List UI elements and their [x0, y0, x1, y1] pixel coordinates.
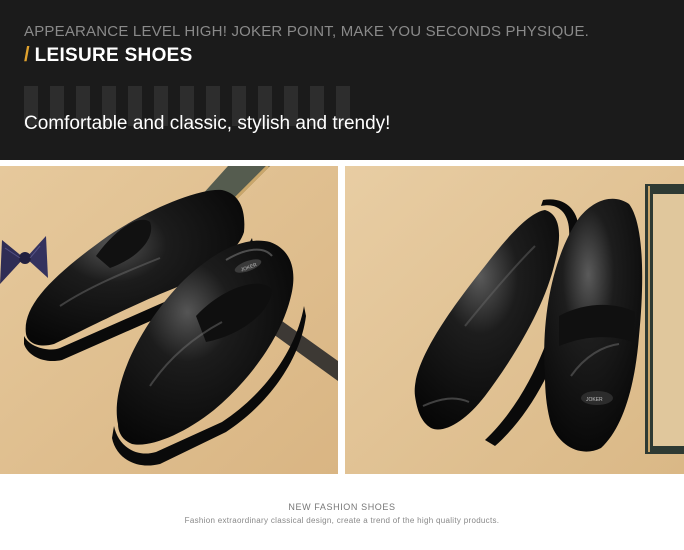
- photo-pair-shoes-with-frame: JOKER: [345, 166, 684, 474]
- banner-subtitle-row: / LEISURE SHOES: [24, 44, 193, 67]
- accent-slash: /: [24, 44, 30, 66]
- banner-tagline: Comfortable and classic, stylish and tre…: [24, 113, 391, 134]
- banner-headline: APPEARANCE LEVEL HIGH! JOKER POINT, MAKE…: [24, 23, 590, 40]
- header-banner: APPEARANCE LEVEL HIGH! JOKER POINT, MAKE…: [0, 0, 684, 160]
- caption-text: Fashion extraordinary classical design, …: [184, 516, 500, 525]
- banner-subtitle: LEISURE SHOES: [34, 44, 193, 66]
- insole-brand-mark: JOKER: [586, 397, 603, 403]
- photo-pair-shoes-with-bow-tie: JOKER: [0, 166, 338, 474]
- caption-title: NEW FASHION SHOES: [288, 502, 396, 512]
- picture-frame: [645, 184, 684, 454]
